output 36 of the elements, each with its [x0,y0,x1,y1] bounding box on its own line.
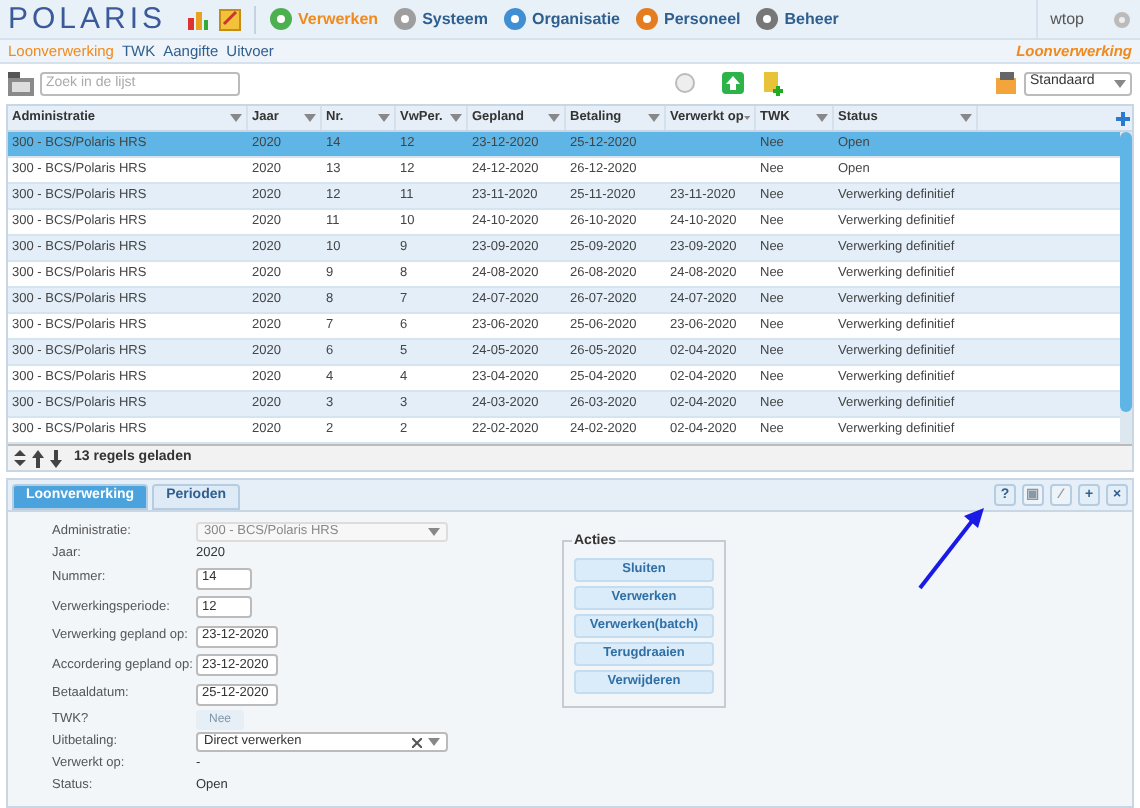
logo: POLARIS [8,4,167,34]
clear-icon[interactable] [412,737,422,747]
sort-icon[interactable] [304,114,316,122]
list-icon[interactable] [8,71,34,95]
user-name[interactable]: wtop [1036,0,1096,38]
expand-icon[interactable] [14,450,26,466]
arrow-up-icon[interactable] [32,449,44,467]
arrow-down-icon[interactable] [50,449,62,467]
add-icon[interactable] [1116,111,1130,125]
nav-icon [754,6,781,32]
sort-icon[interactable] [230,114,242,122]
scrollbar-thumb[interactable] [1120,132,1132,412]
nav-icon [501,6,528,32]
nav-item[interactable]: Systeem [422,7,488,31]
sort-icon[interactable] [450,114,462,122]
sort-icon[interactable] [378,114,390,122]
pointer-arrow [916,508,988,592]
upload-icon[interactable] [722,72,744,94]
layout-icon[interactable] [996,72,1018,94]
nav-icon [634,6,660,32]
nav-icon [268,6,295,32]
sort-icon[interactable] [816,114,828,122]
notepad-icon[interactable] [218,7,243,31]
sort-icon[interactable] [648,114,660,122]
settings-icon[interactable] [1112,9,1132,29]
caret-icon[interactable] [428,738,440,746]
chart-icon[interactable] [186,7,211,31]
sort-icon[interactable] [743,114,750,122]
nav-item[interactable]: Organisatie [531,7,620,31]
sort-icon[interactable] [960,114,972,122]
nav-item[interactable]: Personeel [664,7,741,31]
nav-item[interactable]: Beheer [784,7,839,31]
sort-icon[interactable] [548,114,560,122]
caret-icon[interactable] [1114,79,1126,87]
nav-icon [392,6,419,32]
add-file-icon[interactable] [762,71,784,95]
